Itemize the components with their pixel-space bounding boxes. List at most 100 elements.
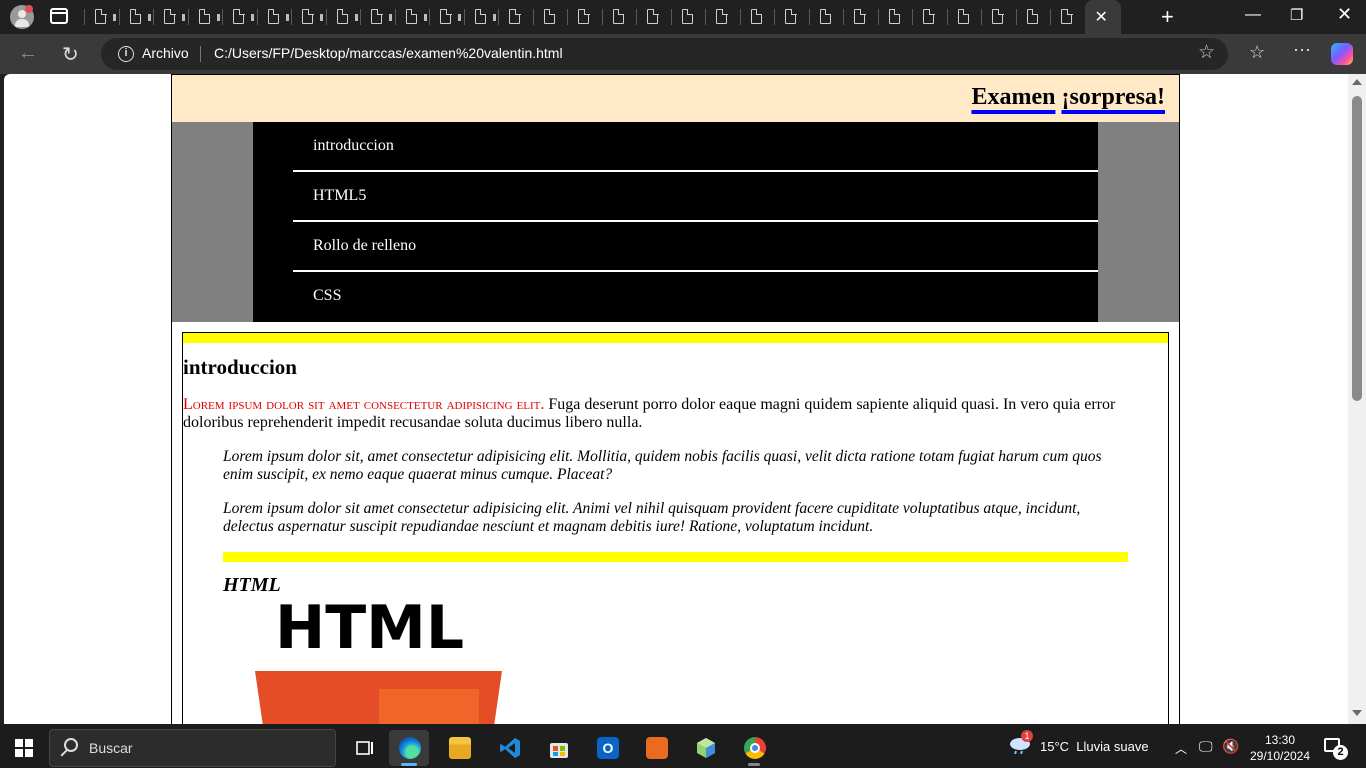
vscode-button[interactable] (489, 730, 529, 766)
start-button[interactable] (15, 739, 33, 757)
search-placeholder: Buscar (89, 740, 133, 756)
address-bar[interactable]: i Archivo C:/Users/FP/Desktop/marccas/ex… (101, 38, 1228, 70)
tab-title-fragment (182, 14, 185, 21)
browser-tab[interactable] (291, 0, 326, 34)
file-page-icon (681, 8, 693, 24)
file-page-icon (474, 8, 486, 24)
site-info-label[interactable]: Archivo (142, 45, 189, 61)
browser-tab[interactable] (532, 0, 568, 34)
nav-item-css[interactable]: CSS (293, 272, 1098, 322)
browser-tab[interactable] (84, 0, 119, 34)
browser-tab[interactable] (360, 0, 395, 34)
tab-separator (429, 9, 430, 25)
close-tab-icon[interactable]: ✕ (1095, 7, 1108, 27)
weather-widget[interactable]: 15°C Lluvia suave (1040, 739, 1149, 754)
more-options-icon[interactable]: ⋯ (1293, 40, 1311, 61)
browser-tab[interactable] (774, 0, 809, 34)
edge-icon (399, 737, 421, 759)
minimize-button[interactable]: — (1245, 6, 1261, 24)
back-button[interactable]: ← (18, 42, 38, 65)
file-page-icon (819, 8, 831, 24)
restore-button[interactable]: ❐ (1290, 6, 1303, 24)
reload-button[interactable]: ↻ (62, 42, 79, 67)
browser-tab[interactable] (429, 0, 464, 34)
browser-tab[interactable] (394, 0, 430, 34)
browser-tab[interactable] (222, 0, 257, 34)
file-explorer-button[interactable] (439, 730, 479, 766)
scroll-up-arrow-icon[interactable] (1352, 79, 1362, 85)
browser-tab[interactable] (325, 0, 361, 34)
tab-separator (463, 9, 465, 25)
scroll-down-arrow-icon[interactable] (1352, 710, 1362, 716)
tab-title-fragment (354, 14, 358, 21)
file-page-icon (923, 8, 935, 24)
browser-tab[interactable] (739, 0, 775, 34)
tab-separator (394, 9, 396, 25)
browser-tab[interactable] (912, 0, 947, 34)
tab-active[interactable]: ✕ (1084, 0, 1121, 34)
browser-tab[interactable] (636, 0, 671, 34)
store-button[interactable] (538, 730, 578, 766)
task-view-button[interactable] (344, 730, 384, 766)
file-page-icon (302, 8, 314, 24)
taskbar-search[interactable]: Buscar (49, 729, 336, 767)
vertical-scrollbar[interactable] (1348, 74, 1366, 724)
browser-tab[interactable] (1050, 0, 1085, 34)
browser-tab[interactable] (463, 0, 499, 34)
system-clock[interactable]: 13:30 29/10/2024 (1244, 732, 1316, 764)
favorite-star-icon[interactable]: ☆ (1198, 41, 1215, 64)
tab-separator (118, 9, 120, 25)
file-page-icon (405, 8, 417, 24)
nav-item-rollo-de-relleno[interactable]: Rollo de relleno (293, 222, 1098, 272)
tab-separator (1015, 9, 1017, 25)
tab-separator (325, 9, 327, 25)
browser-tab[interactable] (877, 0, 913, 34)
browser-tab[interactable] (1015, 0, 1051, 34)
browser-tab[interactable] (808, 0, 844, 34)
tab-title-fragment (147, 14, 151, 21)
network-icon[interactable]: 🖵 (1199, 738, 1213, 755)
profile-avatar-icon[interactable] (10, 5, 34, 29)
show-hidden-icons-chevron-icon[interactable]: ︿ (1175, 740, 1187, 757)
html5-shield-highlight (379, 689, 479, 724)
clock-time: 13:30 (1264, 733, 1296, 747)
new-tab-button[interactable]: + (1161, 4, 1174, 30)
info-icon[interactable]: i (118, 46, 134, 62)
nav-item-html5[interactable]: HTML5 (293, 172, 1098, 222)
tab-separator (877, 9, 879, 25)
browser-tab[interactable] (705, 0, 740, 34)
file-page-icon (233, 8, 245, 24)
browser-tab[interactable] (601, 0, 637, 34)
edge-taskbar-button[interactable] (389, 730, 429, 766)
url-text[interactable]: C:/Users/FP/Desktop/marccas/examen%20val… (214, 45, 563, 61)
scroll-thumb[interactable] (1352, 96, 1362, 401)
browser-tab[interactable] (981, 0, 1016, 34)
volume-muted-icon[interactable]: 🔇 (1222, 738, 1239, 755)
document-page: Examen ¡sorpresa! introduccion HTML5 Rol… (171, 74, 1180, 724)
browser-tab[interactable] (118, 0, 154, 34)
tab-separator (705, 9, 706, 25)
copilot-icon[interactable] (1331, 43, 1353, 65)
nav-item-introduccion[interactable]: introduccion (293, 122, 1098, 172)
close-window-button[interactable]: ✕ (1337, 4, 1352, 25)
browser-tab[interactable] (256, 0, 292, 34)
tab-title-fragment (492, 14, 496, 21)
browser-tab[interactable] (843, 0, 878, 34)
tab-title-fragment (389, 14, 392, 21)
file-page-icon (440, 8, 452, 24)
search-icon (64, 738, 78, 752)
subsection-divider (223, 552, 1128, 562)
browser-tab[interactable] (153, 0, 188, 34)
outlook-button[interactable]: O (587, 730, 627, 766)
favorites-icon[interactable]: ☆ (1249, 42, 1265, 63)
browser-tab[interactable] (498, 0, 533, 34)
browser-tab[interactable] (670, 0, 706, 34)
chrome-button[interactable] (734, 730, 774, 766)
browser-tab[interactable] (187, 0, 223, 34)
browser-tab[interactable] (946, 0, 982, 34)
browser-tab[interactable] (567, 0, 602, 34)
tab-actions-icon[interactable] (50, 8, 68, 24)
office-app-button[interactable] (636, 730, 676, 766)
app-3d-button[interactable] (685, 730, 725, 766)
logo-text: HTML (275, 593, 464, 663)
